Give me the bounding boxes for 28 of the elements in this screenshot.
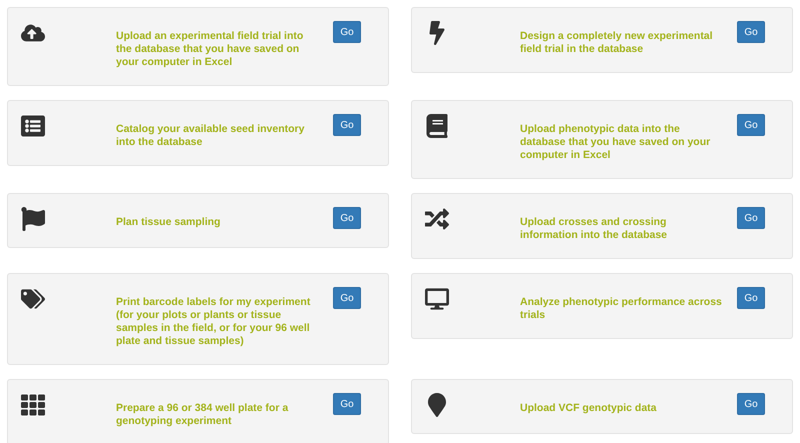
- card-description: Upload an experimental field trial into the database that you have saved on your computer in Excel: [116, 30, 304, 69]
- card-description: Analyze phenotypic performance across trials: [520, 296, 723, 322]
- go-button[interactable]: Go: [333, 393, 361, 415]
- card-description: Upload crosses and crossing information into the database: [520, 216, 668, 242]
- grid-icon: [21, 393, 45, 417]
- monitor-icon: [425, 287, 449, 311]
- go-button[interactable]: Go: [333, 207, 361, 229]
- go-button[interactable]: Go: [737, 207, 765, 229]
- go-button[interactable]: Go: [737, 21, 765, 43]
- card-description: Prepare a 96 or 384 well plate for a genotyping experiment: [116, 402, 290, 428]
- go-button[interactable]: Go: [333, 21, 361, 43]
- card-description: Catalog your available seed inventory into the database: [116, 123, 306, 149]
- card-description: Upload VCF genotypic data: [520, 402, 658, 415]
- go-button[interactable]: Go: [333, 287, 361, 309]
- flag-icon: [21, 207, 45, 231]
- card-description: Design a completely new experimental field trial in the database: [520, 30, 714, 56]
- card-description: Print barcode labels for my experiment (for your plots or plants or tissue samples in the field, or for your 96 well plate and tissue samples): [116, 296, 312, 348]
- card-description: Upload phenotypic data into the database that you have saved on your computer in Excel: [520, 123, 712, 162]
- tags-icon: [21, 287, 45, 311]
- go-button[interactable]: Go: [333, 114, 361, 136]
- book-icon: [425, 114, 449, 138]
- list-icon: [21, 114, 45, 138]
- card-description: Plan tissue sampling: [116, 216, 222, 229]
- go-button[interactable]: Go: [737, 393, 765, 415]
- go-button[interactable]: Go: [737, 287, 765, 309]
- map-pin-icon: [425, 393, 449, 417]
- shuffle-icon: [425, 207, 449, 231]
- go-button[interactable]: Go: [737, 114, 765, 136]
